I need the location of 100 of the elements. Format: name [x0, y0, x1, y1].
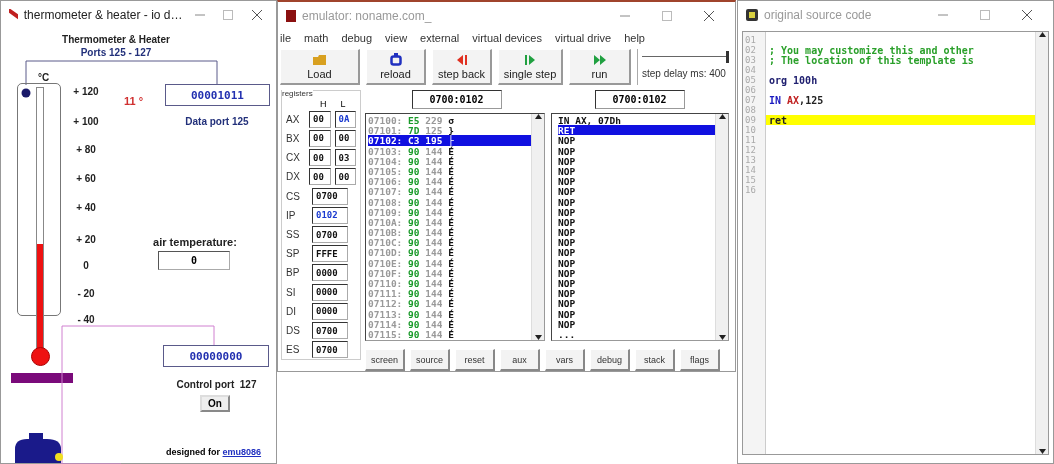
register-field[interactable]: 00: [309, 110, 331, 128]
register-field[interactable]: 0102: [312, 206, 348, 224]
memory-row[interactable]: 07102: C3 195 ├: [368, 135, 531, 146]
disassembly-row[interactable]: NOP: [558, 186, 715, 197]
memory-row[interactable]: 07106: 90 144 É: [368, 176, 531, 187]
panel-button[interactable]: source: [410, 349, 450, 371]
scroll-up-icon[interactable]: [718, 114, 726, 119]
disassembly-row[interactable]: NOP: [558, 196, 715, 207]
toolbar-button[interactable]: Load: [280, 49, 360, 85]
register-field[interactable]: 0000: [312, 264, 348, 282]
disassembly-row[interactable]: NOP: [558, 267, 715, 278]
disassembly-row[interactable]: NOP: [558, 247, 715, 258]
menu-item[interactable]: view: [385, 32, 408, 44]
close-icon[interactable]: [251, 10, 262, 20]
disassembly-row[interactable]: ...: [558, 328, 715, 340]
register-name: DS: [286, 325, 301, 337]
panel-button[interactable]: flags: [680, 349, 720, 371]
disassembly-row[interactable]: NOP: [558, 145, 715, 156]
panel-button[interactable]: debug: [590, 349, 630, 371]
register-field[interactable]: 0700: [312, 322, 348, 340]
disassembly-row[interactable]: IN AX, 07Dh: [558, 115, 715, 126]
memory-row[interactable]: 07113: 90 144 É: [368, 308, 531, 319]
register-field[interactable]: 0A: [334, 110, 356, 128]
register-field[interactable]: 00: [309, 129, 331, 147]
disassembly-row[interactable]: NOP: [558, 257, 715, 268]
code-editor[interactable]: 01 02 03 04 05 06 07 08 09 10 11 12 13 14 15 16 ; You may customize this and other ; The location of this template is org 100h IN AX,125 ret: [742, 31, 1049, 455]
register-field[interactable]: 00: [334, 129, 356, 147]
register-field[interactable]: 0000: [312, 283, 348, 301]
disassembly-row[interactable]: NOP: [558, 288, 715, 299]
scroll-down-icon[interactable]: [718, 335, 726, 340]
panel-button[interactable]: vars: [545, 349, 585, 371]
disassembly-row[interactable]: NOP: [558, 308, 715, 319]
close-icon[interactable]: [1022, 10, 1032, 20]
register-field[interactable]: 00: [309, 168, 331, 186]
air-temperature-field[interactable]: 0: [158, 251, 230, 270]
scroll-down-icon[interactable]: [534, 335, 542, 340]
sensor-dot-icon: [21, 88, 31, 98]
register-field[interactable]: 00: [309, 149, 331, 167]
panel-button[interactable]: stack: [635, 349, 675, 371]
menu-item[interactable]: help: [624, 32, 645, 44]
register-field[interactable]: 00: [334, 168, 356, 186]
disassembly-row[interactable]: NOP: [558, 237, 715, 248]
scroll-down-icon[interactable]: [1038, 449, 1046, 454]
toolbar-button[interactable]: reload: [366, 49, 426, 85]
memory-row[interactable]: 07110: 90 144 É: [368, 278, 531, 289]
menu-item[interactable]: virtual drive: [554, 32, 612, 44]
panel-button[interactable]: reset: [455, 349, 495, 371]
menu-item[interactable]: external: [420, 32, 460, 44]
toolbar-button[interactable]: run: [569, 49, 631, 85]
memory-row[interactable]: 07107: 90 144 É: [368, 186, 531, 197]
toolbar-button[interactable]: single step: [498, 49, 563, 85]
disassembly-row[interactable]: NOP: [558, 278, 715, 289]
slider-thumb[interactable]: [726, 50, 729, 63]
memory-row[interactable]: 07108: 90 144 É: [368, 196, 531, 207]
scroll-up-icon[interactable]: [1038, 32, 1046, 37]
scroll-up-icon[interactable]: [534, 114, 542, 119]
panel-button[interactable]: aux: [500, 349, 540, 371]
register-field[interactable]: FFFE: [312, 245, 348, 263]
memory-row[interactable]: 07111: 90 144 É: [368, 288, 531, 299]
disassembly-row[interactable]: NOP: [558, 165, 715, 177]
disassembly-row[interactable]: RET: [558, 125, 715, 136]
memory-row[interactable]: 07103: 90 144 É: [368, 145, 531, 156]
close-icon[interactable]: [704, 11, 714, 21]
memory-row[interactable]: 07104: 90 144 É: [368, 155, 531, 166]
menu-item[interactable]: virtual devices: [472, 32, 542, 44]
memory-row[interactable]: 07101: 7D 125 }: [368, 125, 531, 136]
disassembly-row[interactable]: NOP: [558, 318, 715, 329]
memory-row[interactable]: 0710A: 90 144 É: [368, 216, 531, 228]
register-field[interactable]: 0700: [312, 226, 348, 243]
panel-button[interactable]: screen: [365, 349, 405, 371]
emu8086-link[interactable]: emu8086: [222, 447, 262, 457]
menu-item[interactable]: math: [304, 32, 329, 44]
memory-row[interactable]: 07114: 90 144 É: [368, 318, 531, 329]
disassembly-row[interactable]: NOP: [558, 206, 715, 217]
disassembly-row[interactable]: NOP: [558, 227, 715, 238]
disassembly-row[interactable]: NOP: [558, 298, 715, 309]
memory-row[interactable]: 07100: E5 229 σ: [368, 115, 531, 126]
memory-row[interactable]: 0710F: 90 144 É: [368, 267, 531, 278]
register-field[interactable]: 0700: [312, 187, 348, 205]
memory-row[interactable]: 0710C: 90 144 É: [368, 237, 531, 248]
memory-row[interactable]: 0710E: 90 144 É: [368, 257, 531, 268]
on-button[interactable]: On: [200, 395, 230, 412]
register-field[interactable]: 03: [334, 149, 356, 167]
disassembly-row[interactable]: NOP: [558, 155, 715, 166]
register-field[interactable]: 0700: [312, 341, 348, 359]
disassembly-address-field[interactable]: 0700:0102: [594, 90, 685, 109]
memory-row[interactable]: 07112: 90 144 É: [368, 298, 531, 309]
disassembly-row[interactable]: NOP: [558, 176, 715, 187]
memory-row[interactable]: 07105: 90 144 É: [368, 165, 531, 177]
disassembly-row[interactable]: NOP: [558, 216, 715, 228]
toolbar-button[interactable]: step back: [432, 49, 492, 85]
memory-row[interactable]: 0710B: 90 144 É: [368, 227, 531, 238]
menu-item[interactable]: debug: [341, 32, 373, 44]
memory-row[interactable]: 07115: 90 144 É: [368, 328, 531, 340]
menu-item[interactable]: ile: [280, 32, 291, 44]
memory-address-field[interactable]: 0700:0102: [411, 90, 502, 109]
memory-row[interactable]: 07109: 90 144 É: [368, 206, 531, 217]
register-field[interactable]: 0000: [312, 302, 348, 320]
memory-row[interactable]: 0710D: 90 144 É: [368, 247, 531, 258]
disassembly-row[interactable]: NOP: [558, 135, 715, 146]
